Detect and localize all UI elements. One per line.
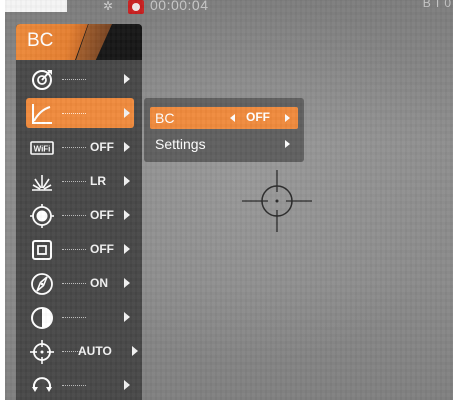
chevron-right-icon (285, 140, 290, 148)
frame-square-icon (32, 240, 52, 260)
chevron-right-icon (124, 312, 130, 322)
rotate-icon (32, 377, 52, 392)
chevron-right-icon (124, 278, 130, 288)
menu-item-compass[interactable]: ON (16, 266, 142, 300)
wifi-icon: WiFi (30, 141, 54, 155)
chevron-right-icon (124, 380, 130, 390)
menu-item-recoil[interactable]: LR (16, 164, 142, 198)
star-icon: ✲ (103, 0, 114, 13)
chevron-right-icon (124, 142, 130, 152)
submenu-row-settings[interactable]: Settings (144, 132, 304, 158)
chevron-right-icon (124, 244, 130, 254)
menu-header: BC (16, 24, 142, 60)
submenu-row-bc[interactable]: BC OFF (144, 98, 304, 129)
thermal-viewport: ✲ 00:00:04 B T 0 BC WiFi OFF LR OFF OFF … (5, 0, 453, 400)
status-white-block (5, 0, 67, 12)
chevron-right-icon (132, 346, 138, 356)
menu-item-ballistic-curve[interactable] (16, 96, 142, 130)
menu-title: BC (27, 30, 54, 51)
chevron-right-icon (124, 176, 130, 186)
chevron-right-icon (124, 108, 130, 118)
contrast-icon (31, 307, 53, 329)
chevron-right-icon (124, 74, 130, 84)
crosshair-icon (30, 340, 54, 364)
compass-icon (31, 273, 53, 295)
status-right-text: B T 0 (422, 0, 451, 10)
menu-item-rotate[interactable] (16, 368, 142, 400)
menu-item-crosshair[interactable]: AUTO (16, 334, 142, 368)
status-bar: ✲ 00:00:04 B T 0 (5, 0, 453, 16)
record-icon (128, 0, 144, 14)
record-timer: 00:00:04 (150, 0, 209, 13)
target-dial-icon (32, 70, 52, 90)
menu-item-hotspot[interactable]: OFF (16, 198, 142, 232)
menu-item-target-dial[interactable] (16, 62, 142, 96)
svg-text:WiFi: WiFi (34, 145, 51, 154)
recoil-burst-icon (32, 175, 52, 191)
menu-item-contrast[interactable] (16, 300, 142, 334)
menu-item-frame[interactable]: OFF (16, 232, 142, 266)
menu-item-wifi[interactable]: WiFi OFF (16, 130, 142, 164)
chevron-right-icon (124, 210, 130, 220)
main-menu: BC WiFi OFF LR OFF OFF ON AUTO (16, 24, 142, 400)
bc-submenu: BC OFF Settings (144, 98, 304, 162)
hotspot-tracking-icon (30, 204, 54, 228)
chevron-right-icon[interactable] (285, 114, 290, 122)
chevron-left-icon[interactable] (230, 114, 235, 122)
reticle-crosshair-icon (242, 170, 312, 232)
ballistic-curve-icon (32, 104, 52, 124)
